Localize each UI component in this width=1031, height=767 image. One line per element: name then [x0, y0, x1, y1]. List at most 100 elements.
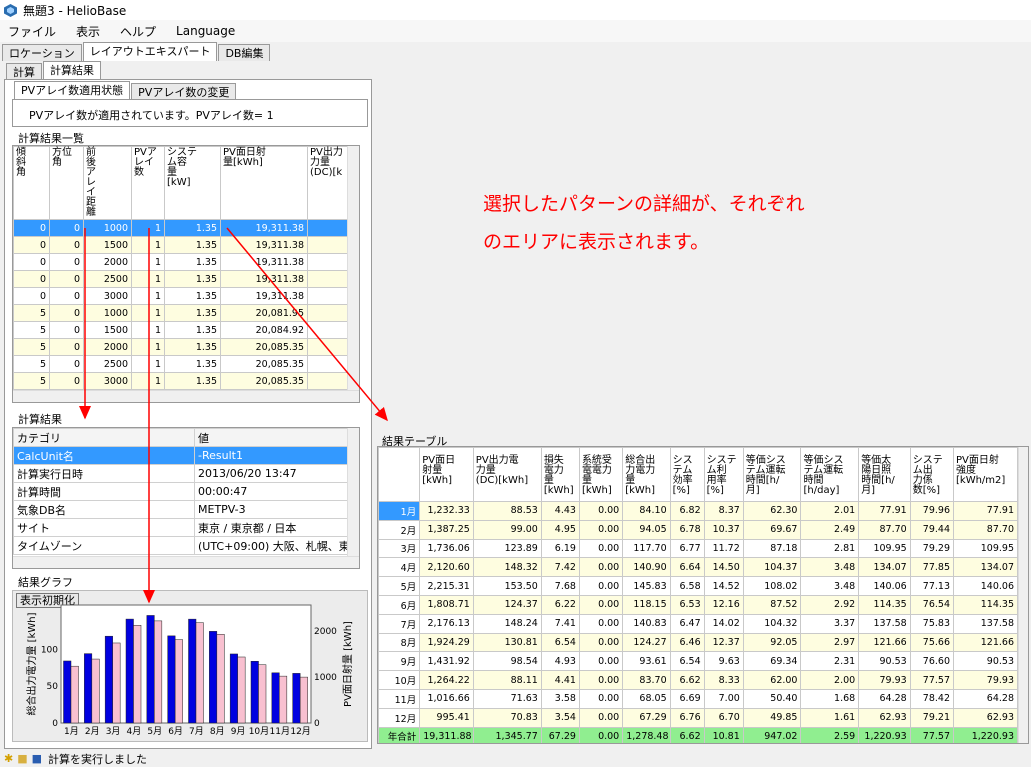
table-cell: 10.37 [703, 519, 744, 540]
result-property-row[interactable]: 気象DB名 METPV-3 [13, 500, 350, 519]
table-row[interactable]: 12月 995.41 70.83 3.54 0.00 67.29 6.76 6.70 49.85… [378, 707, 1018, 728]
tab-calc-result[interactable]: 計算結果 [43, 61, 101, 80]
table-row[interactable]: 8月 1,924.29 130.81 6.54 0.00 124.27 6.46 12.37 9… [378, 632, 1018, 653]
list-cell: 19,311.38 [220, 287, 308, 305]
table-header[interactable] [378, 447, 421, 502]
table-cell: 64.28 [953, 688, 1018, 709]
table-month-cell: 9月 [378, 651, 421, 672]
result-property-row[interactable]: サイト 東京 / 東京都 / 日本 [13, 518, 350, 537]
open-folder-icon[interactable]: ■ [17, 752, 27, 765]
list-cell: 2500 [83, 355, 132, 373]
table-header[interactable]: 等価太 陽日照 時間[h/ 月] [858, 447, 911, 502]
list-header[interactable]: システ ム容 量 [kW] [164, 146, 221, 220]
table-header[interactable]: システ ム利 用率 [%] [703, 447, 744, 502]
tab-pv-change[interactable]: PVアレイ数の変更 [131, 83, 237, 100]
list-row[interactable]: 0 0 1500 1 1.35 19,311.38 [13, 236, 350, 254]
list-cell: 1 [131, 287, 165, 305]
list-header[interactable]: 前 後 ア レ イ 距 離 [83, 146, 132, 220]
menu-view[interactable]: 表示 [76, 23, 100, 40]
table-header[interactable]: システ ム出 力係 数[%] [909, 447, 955, 502]
menu-language[interactable]: Language [176, 24, 235, 38]
result-property-row[interactable]: タイムゾーン (UTC+09:00) 大阪、札幌、東京 [13, 536, 350, 555]
list-cell: 5 [13, 321, 50, 339]
result-property-row[interactable]: CalcUnit名 -Result1 [13, 446, 350, 465]
table-row[interactable]: 9月 1,431.92 98.54 4.93 0.00 93.61 6.54 9.63 69.3… [378, 651, 1018, 672]
list-row[interactable]: 0 0 1000 1 1.35 19,311.38 [13, 219, 350, 237]
table-header[interactable]: 等価シス テム運転 時間[h/ 月] [742, 447, 802, 502]
tab-layout-expert[interactable]: レイアウトエキスパート [82, 42, 218, 61]
list-header[interactable]: PV出力 力量 (DC)[k [307, 146, 350, 220]
table-header[interactable]: シス テム 効率 [%] [669, 447, 705, 502]
table-row[interactable]: 年合計 19,311.88 1,345.77 67.29 0.00 1,278.48 6.6… [378, 726, 1018, 743]
table-cell: 148.24 [472, 613, 542, 634]
table-row[interactable]: 4月 2,120.60 148.32 7.42 0.00 140.90 6.64 14.50 1… [378, 557, 1018, 578]
table-row[interactable]: 2月 1,387.25 99.00 4.95 0.00 94.05 6.78 10.37 69.… [378, 519, 1018, 540]
table-header[interactable]: 損失 電力 量 [kWh] [540, 447, 580, 502]
table-v-scrollbar[interactable] [1018, 447, 1028, 743]
table-cell: 109.95 [858, 538, 911, 559]
list-row[interactable]: 5 0 2500 1 1.35 20,085.35 [13, 355, 350, 373]
result-properties[interactable]: カテゴリ 値 CalcUnit名 -Result1 計算実行日時 2013/06/20… [12, 427, 360, 569]
table-row[interactable]: 10月 1,264.22 88.11 4.41 0.00 83.70 6.62 8.33 62.… [378, 670, 1018, 690]
list-header[interactable]: PVア レイ 数 [131, 146, 165, 220]
result-list[interactable]: 傾 斜 角方位 角前 後 ア レ イ 距 離 PVア レイ 数システ ム容 量 [… [12, 145, 360, 403]
y-tick-label: 50 [47, 682, 59, 692]
table-row[interactable]: 5月 2,215.31 153.50 7.68 0.00 145.83 6.58 14.52 1… [378, 576, 1018, 596]
menu-help[interactable]: ヘルプ [120, 23, 156, 40]
table-cell: 76.54 [909, 594, 955, 615]
table-cell: 75.66 [909, 632, 955, 653]
table-header[interactable]: 総合出 力電力 量 [kWh] [622, 447, 671, 502]
table-row[interactable]: 6月 1,808.71 124.37 6.22 0.00 118.15 6.53 12.16 8… [378, 594, 1018, 615]
table-cell: 6.46 [669, 632, 705, 653]
table-cell: 137.58 [858, 613, 911, 634]
save-icon[interactable]: ■ [32, 752, 42, 765]
list-cell: 1 [131, 253, 165, 271]
list-v-scrollbar[interactable] [347, 146, 359, 392]
list-row[interactable]: 5 0 3000 1 1.35 20,085.35 [13, 372, 350, 390]
pv-status-text: PVアレイ数が適用されています。PVアレイ数= 1 [29, 109, 274, 122]
table-header[interactable]: PV面日射 強度 [kWh/m2] [953, 447, 1018, 502]
table-header[interactable]: 系統受 電電力 量 [kWh] [578, 447, 624, 502]
table-row[interactable]: 1月 1,232.33 88.53 4.43 0.00 84.10 6.82 8.37 62.3… [378, 501, 1018, 521]
list-cell: 2000 [83, 253, 132, 271]
list-row[interactable]: 0 0 2000 1 1.35 19,311.38 [13, 253, 350, 271]
table-cell: 67.29 [622, 707, 671, 728]
list-row[interactable]: 5 0 1500 1 1.35 20,084.92 [13, 321, 350, 339]
table-cell: 6.54 [669, 651, 705, 672]
tab-pv-status[interactable]: PVアレイ数適用状態 [14, 81, 131, 100]
props-h-scrollbar[interactable] [13, 556, 359, 568]
list-row[interactable]: 0 0 2500 1 1.35 19,311.38 [13, 270, 350, 288]
table-cell: 8.37 [703, 501, 744, 521]
table-row[interactable]: 7月 2,176.13 148.24 7.41 0.00 140.83 6.47 14.02 1… [378, 613, 1018, 634]
list-header[interactable]: 方位 角 [49, 146, 84, 220]
table-cell: 78.42 [909, 688, 955, 709]
table-cell: 14.52 [703, 576, 744, 596]
tab-calc[interactable]: 計算 [6, 63, 42, 80]
table-cell: 68.05 [622, 688, 671, 709]
bar-output [63, 660, 72, 724]
table-header[interactable]: 等価シス テム運転 時間 [h/day] [800, 447, 860, 502]
tab-db-edit[interactable]: DB編集 [218, 44, 271, 61]
props-v-scrollbar[interactable] [347, 428, 359, 558]
list-cell: 1.35 [164, 355, 221, 373]
list-header[interactable]: PV面日射 量[kWh] [220, 146, 308, 220]
result-table[interactable]: PV面日 射量 [kWh] PV出力電 力量 (DC)[kWh] 損失 電力 量 [… [377, 446, 1029, 744]
table-row[interactable]: 11月 1,016.66 71.63 3.58 0.00 68.05 6.69 7.00 50.… [378, 688, 1018, 709]
table-header[interactable]: PV出力電 力量 (DC)[kWh] [472, 447, 542, 502]
table-cell: 2.92 [800, 594, 860, 615]
result-property-row[interactable]: 計算時間 00:00:47 [13, 482, 350, 501]
result-property-row[interactable]: 計算実行日時 2013/06/20 13:47 [13, 464, 350, 483]
table-cell: 7.68 [540, 576, 580, 596]
table-row[interactable]: 3月 1,736.06 123.89 6.19 0.00 117.70 6.77 11.72 8… [378, 538, 1018, 559]
list-row[interactable]: 0 0 3000 1 1.35 19,311.38 [13, 287, 350, 305]
list-row[interactable]: 5 0 1000 1 1.35 20,081.95 [13, 304, 350, 322]
list-cell-empty [307, 219, 350, 237]
property-category: サイト [13, 518, 195, 537]
list-header[interactable]: 傾 斜 角 [13, 146, 50, 220]
menu-file[interactable]: ファイル [8, 23, 56, 40]
new-file-icon[interactable]: ✱ [4, 752, 13, 765]
tab-location[interactable]: ロケーション [2, 44, 82, 61]
table-header[interactable]: PV面日 射量 [kWh] [419, 447, 474, 502]
list-h-scrollbar[interactable] [13, 390, 359, 402]
list-row[interactable]: 5 0 2000 1 1.35 20,085.35 [13, 338, 350, 356]
